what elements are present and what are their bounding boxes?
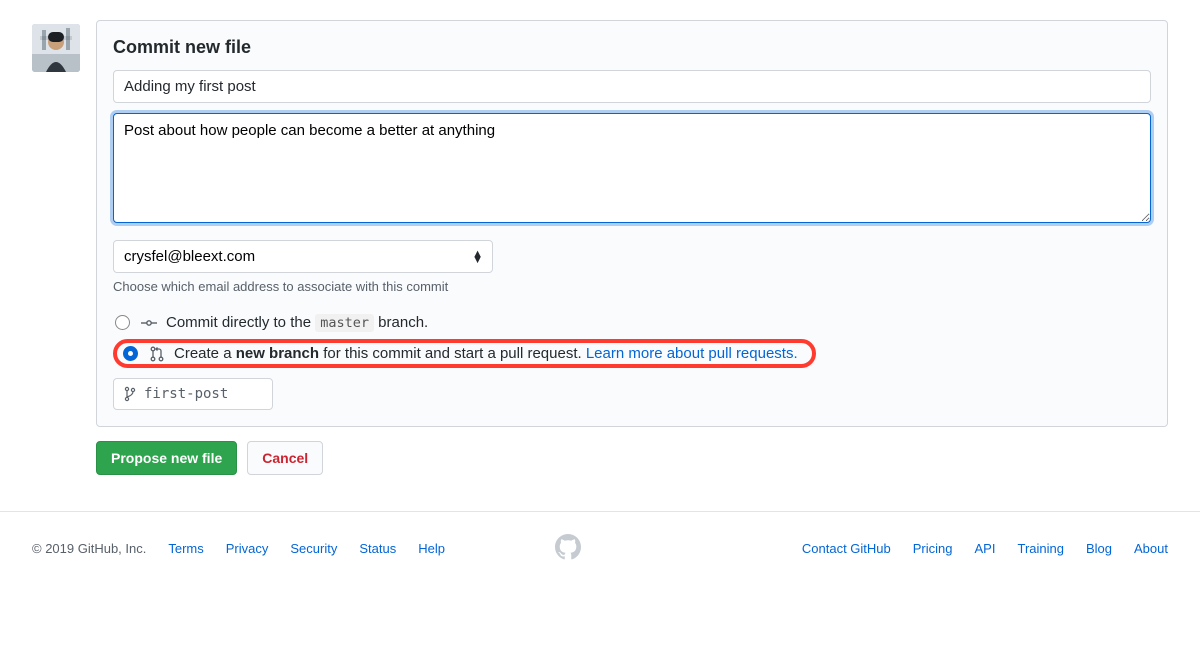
- radio-commit-direct[interactable]: [115, 315, 130, 330]
- annotation-highlight: Create a new branch for this commit and …: [113, 339, 816, 368]
- branch-name-input[interactable]: [142, 385, 262, 403]
- git-commit-icon: [140, 315, 158, 331]
- commit-summary-input[interactable]: [113, 70, 1151, 103]
- radio-direct-label: Commit directly to the master branch.: [166, 314, 428, 331]
- github-mark-icon: [555, 534, 581, 563]
- footer-link-about[interactable]: About: [1134, 541, 1168, 556]
- commit-email-select[interactable]: crysfel@bleext.com: [113, 240, 493, 273]
- footer-link-terms[interactable]: Terms: [168, 541, 203, 556]
- propose-new-file-button[interactable]: Propose new file: [96, 441, 237, 475]
- footer-link-status[interactable]: Status: [359, 541, 396, 556]
- footer-copyright: © 2019 GitHub, Inc.: [32, 541, 146, 556]
- git-branch-icon: [124, 386, 136, 402]
- footer-link-training[interactable]: Training: [1017, 541, 1063, 556]
- footer-link-security[interactable]: Security: [290, 541, 337, 556]
- git-pull-request-icon: [148, 346, 166, 362]
- email-hint-text: Choose which email address to associate …: [113, 279, 1151, 294]
- footer-link-api[interactable]: API: [975, 541, 996, 556]
- footer-link-privacy[interactable]: Privacy: [226, 541, 269, 556]
- footer-link-help[interactable]: Help: [418, 541, 445, 556]
- learn-more-pull-requests-link[interactable]: Learn more about pull requests.: [586, 345, 798, 362]
- radio-newbranch-label: Create a new branch for this commit and …: [174, 345, 798, 362]
- footer-link-pricing[interactable]: Pricing: [913, 541, 953, 556]
- footer-link-blog[interactable]: Blog: [1086, 541, 1112, 556]
- commit-panel: Commit new file Post about how people ca…: [96, 20, 1168, 427]
- cancel-button[interactable]: Cancel: [247, 441, 323, 475]
- commit-description-input[interactable]: Post about how people can become a bette…: [113, 113, 1151, 223]
- footer-link-contact[interactable]: Contact GitHub: [802, 541, 891, 556]
- radio-create-branch[interactable]: [123, 346, 138, 361]
- panel-title: Commit new file: [113, 37, 1151, 58]
- avatar: [32, 24, 80, 72]
- branch-name-field[interactable]: [113, 378, 273, 410]
- master-branch-tag: master: [315, 314, 374, 332]
